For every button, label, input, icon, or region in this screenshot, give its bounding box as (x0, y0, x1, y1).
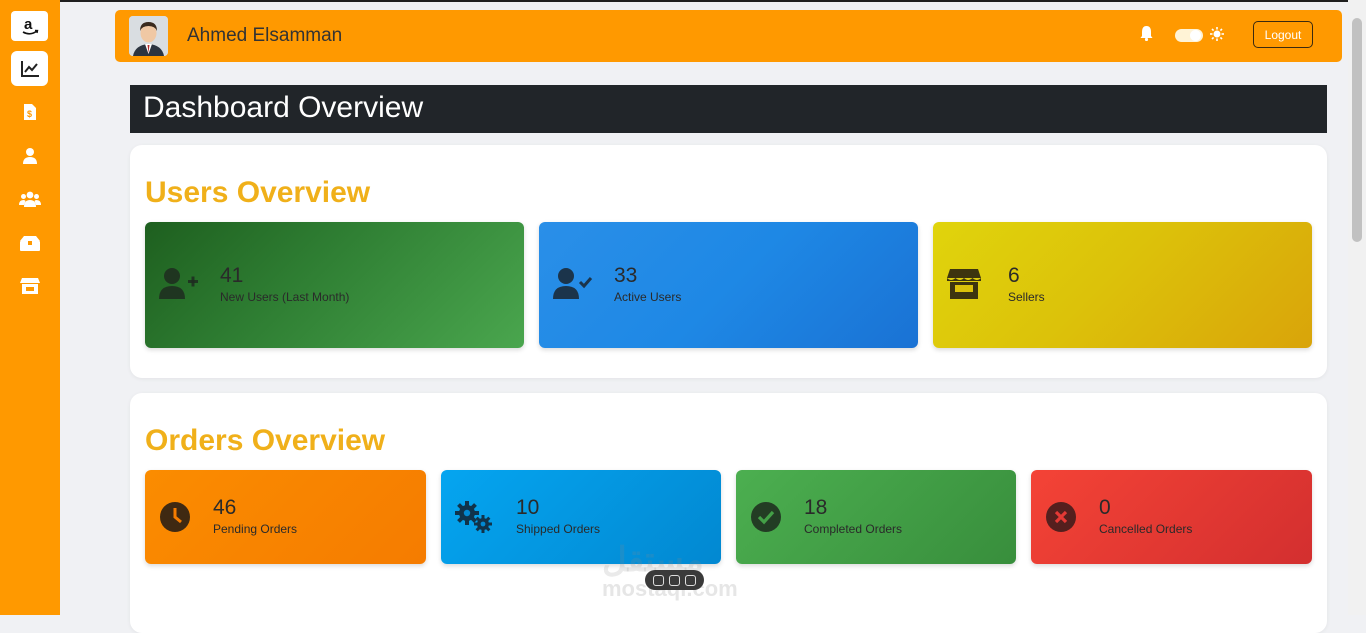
card-label: Pending Orders (213, 522, 298, 536)
store-icon (19, 278, 40, 294)
gears-icon (455, 501, 493, 538)
user-plus-icon (159, 267, 199, 306)
user-avatar-image (129, 16, 168, 56)
svg-text:$: $ (27, 109, 32, 119)
check-circle-icon (750, 501, 782, 538)
user-icon (22, 148, 37, 164)
toolbar-icon[interactable] (652, 574, 664, 586)
top-navbar: Ahmed Elsamman Logout (115, 10, 1342, 62)
users-overview-section: Users Overview 41 New Users (Last Month)… (130, 145, 1327, 378)
sidebar-item-invoices[interactable]: $ (11, 94, 48, 129)
scrollbar-thumb[interactable] (1352, 18, 1362, 242)
pending-orders-card[interactable]: 46 Pending Orders (145, 470, 426, 564)
sidebar-item-home-logo[interactable]: a (11, 11, 48, 41)
svg-text:a: a (24, 16, 33, 33)
page-scrollbar[interactable] (1348, 0, 1366, 615)
invoice-dollar-icon: $ (23, 103, 36, 120)
card-value: 18 (804, 496, 828, 519)
card-label: Active Users (614, 290, 682, 304)
card-label: Cancelled Orders (1099, 522, 1193, 536)
user-check-icon (553, 267, 593, 306)
page-title-bar: Dashboard Overview (130, 85, 1327, 133)
card-value: 41 (220, 264, 244, 287)
toolbar-menu-icon[interactable] (685, 574, 697, 586)
sidebar-item-products[interactable] (11, 225, 48, 260)
card-value: 10 (516, 496, 540, 519)
card-value: 0 (1099, 496, 1111, 519)
sidebar-item-users[interactable] (11, 181, 48, 216)
avatar[interactable] (129, 16, 168, 56)
card-label: Shipped Orders (516, 522, 601, 536)
sidebar-item-user[interactable] (11, 138, 48, 173)
amazon-logo-icon: a (22, 16, 38, 35)
users-icon (18, 191, 41, 207)
notifications-bell-icon[interactable] (1140, 25, 1153, 46)
card-value: 46 (213, 496, 237, 519)
new-users-card[interactable]: 41 New Users (Last Month) (145, 222, 524, 348)
user-name: Ahmed Elsamman (187, 25, 343, 46)
cancelled-orders-card[interactable]: 0 Cancelled Orders (1031, 470, 1312, 564)
logout-button[interactable]: Logout (1253, 21, 1313, 48)
store-icon (947, 267, 981, 306)
card-label: New Users (Last Month) (220, 290, 350, 304)
chart-line-icon (20, 60, 39, 77)
card-label: Sellers (1008, 290, 1045, 304)
sidebar-item-stores[interactable] (11, 268, 48, 303)
orders-overview-title: Orders Overview (145, 424, 386, 457)
toolbar-icon[interactable] (668, 574, 680, 586)
sidebar-item-analytics[interactable] (11, 51, 48, 86)
sun-icon (1210, 27, 1224, 46)
times-circle-icon (1045, 501, 1077, 538)
theme-toggle[interactable] (1175, 29, 1203, 42)
clock-icon (159, 501, 191, 538)
completed-orders-card[interactable]: 18 Completed Orders (736, 470, 1016, 564)
page-title: Dashboard Overview (143, 91, 424, 124)
active-users-card[interactable]: 33 Active Users (539, 222, 918, 348)
card-label: Completed Orders (804, 522, 903, 536)
toggle-knob (1190, 30, 1201, 41)
boxes-icon (19, 235, 40, 251)
card-value: 6 (1008, 264, 1020, 287)
sellers-card[interactable]: 6 Sellers (933, 222, 1312, 348)
sidebar: a $ (0, 0, 60, 615)
floating-toolbar[interactable] (645, 570, 704, 590)
users-overview-title: Users Overview (145, 176, 371, 209)
card-value: 33 (614, 264, 638, 287)
top-border (60, 0, 1348, 2)
